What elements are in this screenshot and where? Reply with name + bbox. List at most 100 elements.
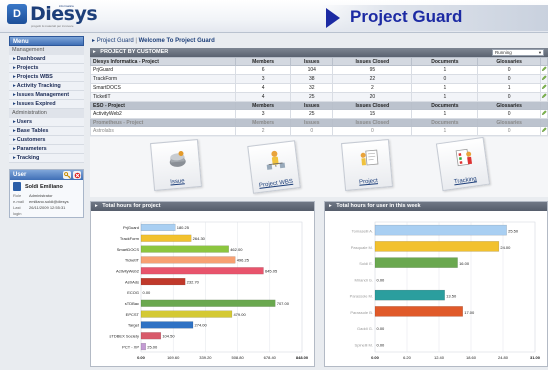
tile-tracking[interactable]: Tracking <box>435 136 491 192</box>
value-label: 496.25 <box>237 258 250 263</box>
bar <box>140 332 162 340</box>
tile-project-wbs[interactable]: Project WBS <box>247 140 301 194</box>
edit-pencil-icon[interactable] <box>540 83 548 93</box>
column-header: Documents <box>411 118 479 127</box>
edit-pencil-icon[interactable] <box>540 109 548 119</box>
logo-superscript: informatica <box>59 4 74 8</box>
category-label: ActivityWeb2 <box>116 268 140 273</box>
sidebar-item-projects[interactable]: ▸Projects <box>9 64 84 73</box>
main-content: ▸ PROJECT BY CUSTOMER Running ▼ Diesys I… <box>89 48 548 136</box>
sidebar-item-issues-expired[interactable]: ▸Issues Expired <box>9 100 84 109</box>
tile-issue[interactable]: Issue <box>149 138 203 192</box>
table-row[interactable]: TrackForm 3 38 22 0 0 <box>89 74 548 84</box>
logout-icon[interactable] <box>73 171 81 179</box>
sidebar-item-label: Tracking <box>16 155 40 161</box>
column-header: Glossaries <box>477 101 541 110</box>
sidebar: Menu Management ▸Dashboard ▸Projects ▸Proje… <box>9 36 84 370</box>
project-status-select[interactable]: Running ▼ <box>492 49 544 56</box>
project-name[interactable]: ActivityWeb2 <box>89 109 237 119</box>
category-label: EPCST <box>126 312 140 317</box>
category-label: sTDBac <box>125 301 139 306</box>
table-cell: 22 <box>332 74 413 84</box>
sidebar-item-customers[interactable]: ▸Customers <box>9 136 84 145</box>
breadcrumb-welcome: Welcome To Project Guard <box>138 38 215 44</box>
user-panel: User Soldi Emiliano Role Administrator e-m… <box>9 169 84 218</box>
project-name[interactable]: TicketIT <box>89 92 237 102</box>
user-name: Soldi Emiliano <box>25 183 63 190</box>
column-header: Members <box>235 101 292 110</box>
table-row[interactable]: SmartDOCS 4 32 2 1 1 <box>89 83 548 93</box>
diesys-logo[interactable]: D Diesys informatica progetti & material… <box>7 4 98 28</box>
table-cell: 3 <box>235 109 292 119</box>
sidebar-item-parameters[interactable]: ▸Parameters <box>9 145 84 154</box>
project-name[interactable]: TrackForm <box>89 74 237 84</box>
table-row[interactable]: Astrolabs 2 0 0 1 0 <box>89 126 548 136</box>
table-row[interactable]: TicketIT 4 25 20 1 0 <box>89 92 548 102</box>
key-icon[interactable] <box>63 171 71 179</box>
table-cell: 2 <box>332 83 413 93</box>
category-label: Mirandi G. <box>355 277 373 282</box>
category-label: Parassole B. <box>350 310 373 315</box>
sidebar-item-label: Customers <box>16 137 46 143</box>
bar <box>140 267 264 275</box>
menu-arrow-icon: ▸ <box>13 92 16 98</box>
table-cell: 1 <box>411 109 479 119</box>
bar <box>140 321 194 329</box>
edit-pencil-icon[interactable] <box>540 92 548 102</box>
table-row[interactable]: PrjGuard 6 104 95 1 0 <box>89 65 548 75</box>
x-tick-label: 339.20 <box>199 355 212 360</box>
sidebar-item-issues-management[interactable]: ▸Issues Management <box>9 91 84 100</box>
category-label: Target <box>128 323 140 328</box>
edit-pencil-icon[interactable] <box>540 126 548 136</box>
sidebar-item-users[interactable]: ▸Users <box>9 118 84 127</box>
value-label: 0.00 <box>377 277 386 282</box>
table-cell: 20 <box>332 92 413 102</box>
value-label: 0.00 <box>143 290 152 295</box>
value-label: 274.00 <box>195 323 208 328</box>
sidebar-item-activity-tracking[interactable]: ▸Activity Tracking <box>9 82 84 91</box>
sidebar-item-label: Projects WBS <box>16 74 53 80</box>
quick-links: Issue Project WBS Project Tracking <box>90 136 548 197</box>
tile-project[interactable]: Project <box>340 138 394 192</box>
table-cell: 32 <box>290 83 334 93</box>
sidebar-item-base-tables[interactable]: ▸Base Tables <box>9 127 84 136</box>
sidebar-item-projects-wbs[interactable]: ▸Projects WBS <box>9 73 84 82</box>
sidebar-item-label: Parameters <box>16 146 47 152</box>
bar <box>140 310 233 318</box>
user-detail-value: 26/11/2009 12:55:31 <box>29 205 66 210</box>
user-name-row: Soldi Emiliano <box>10 180 83 193</box>
user-hours-title: Total hours for user in this week <box>336 203 421 209</box>
value-label: 13.50 <box>446 294 457 299</box>
edit-pencil-icon[interactable] <box>540 74 548 84</box>
project-hours-title: Total hours for project <box>102 203 161 209</box>
project-status-value: Running <box>495 50 512 55</box>
projects-table: Diesys Informatica - Project Members Issue… <box>89 57 548 136</box>
bar <box>140 343 146 351</box>
bar <box>374 306 463 317</box>
category-label: ECOG <box>127 290 139 295</box>
project-name[interactable]: SmartDOCS <box>89 83 237 93</box>
bar <box>374 241 500 252</box>
column-header: Members <box>235 57 292 66</box>
project-name[interactable]: Astrolabs <box>89 126 237 136</box>
sidebar-item-dashboard[interactable]: ▸Dashboard <box>9 55 84 64</box>
breadcrumb-separator: | <box>135 38 137 44</box>
brand-arrow-icon <box>326 8 340 28</box>
sidebar-item-label: Activity Tracking <box>16 83 61 89</box>
menu-arrow-icon: ▸ <box>13 65 16 71</box>
user-detail-key: Last login <box>13 205 22 216</box>
breadcrumb-root[interactable]: Project Guard <box>97 38 134 44</box>
user-panel-title: User <box>13 172 27 178</box>
table-cell: 0 <box>477 109 541 119</box>
sidebar-item-tracking[interactable]: ▸Tracking <box>9 154 84 163</box>
table-row[interactable]: ActivityWeb2 3 25 15 1 0 <box>89 109 548 119</box>
edit-pencil-icon[interactable] <box>540 65 548 75</box>
sidebar-item-label: Issues Management <box>16 92 70 98</box>
table-cell: 1 <box>477 83 541 93</box>
user-panel-header: User <box>10 170 83 180</box>
menu-title: Menu <box>9 36 84 46</box>
project-name[interactable]: PrjGuard <box>89 65 237 75</box>
project-wbs-icon <box>266 150 286 170</box>
column-header: Issues Closed <box>332 118 413 127</box>
app-header: D Diesys informatica progetti & material… <box>0 0 548 33</box>
